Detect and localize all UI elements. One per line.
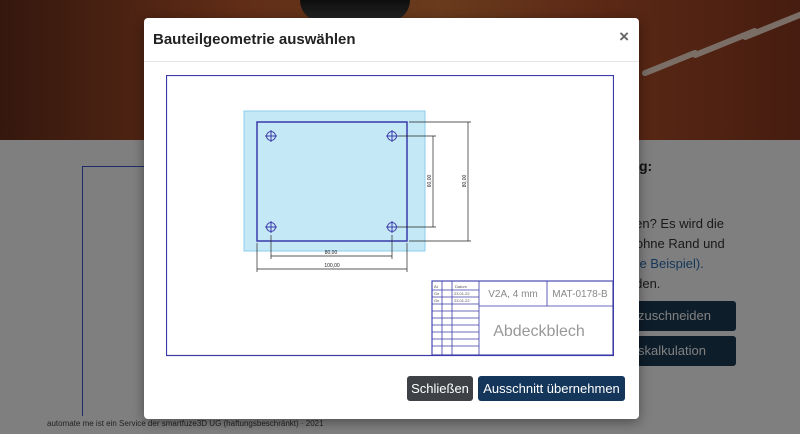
dimension-label: 100,00: [324, 263, 340, 269]
close-icon[interactable]: ×: [619, 27, 629, 47]
dimension-label: 60,00: [427, 175, 433, 188]
apply-selection-button[interactable]: Ausschnitt übernehmen: [478, 376, 625, 401]
dimension-label: 80,00: [462, 175, 468, 188]
dialog-title: Bauteilgeometrie auswählen: [153, 31, 356, 48]
title-block-cell: 23.01.22: [454, 291, 470, 296]
title-block-cell: 23.01.22: [454, 298, 470, 303]
close-button[interactable]: Schließen: [407, 376, 473, 401]
title-block-header: Datum: [455, 284, 467, 289]
dialog-header: Bauteilgeometrie auswählen ×: [144, 18, 639, 62]
part-name: Abdeckblech: [493, 323, 585, 340]
geometry-dialog: Bauteilgeometrie auswählen × 80,00 100,0…: [144, 18, 639, 419]
title-block-cell: Ge: [434, 298, 440, 303]
title-block-cell: Ge: [434, 291, 440, 296]
part-number: MAT-0178-B: [552, 289, 608, 300]
technical-drawing[interactable]: 80,00 100,00 60,00 80,00 Ät Datum Ge 23.…: [166, 75, 614, 357]
material-label: V2A, 4 mm: [488, 289, 537, 300]
title-block: Ät Datum Ge 23.01.22 Ge 23.01.22 V2A, 4 …: [431, 280, 614, 356]
dimension-label: 80,00: [325, 250, 338, 256]
